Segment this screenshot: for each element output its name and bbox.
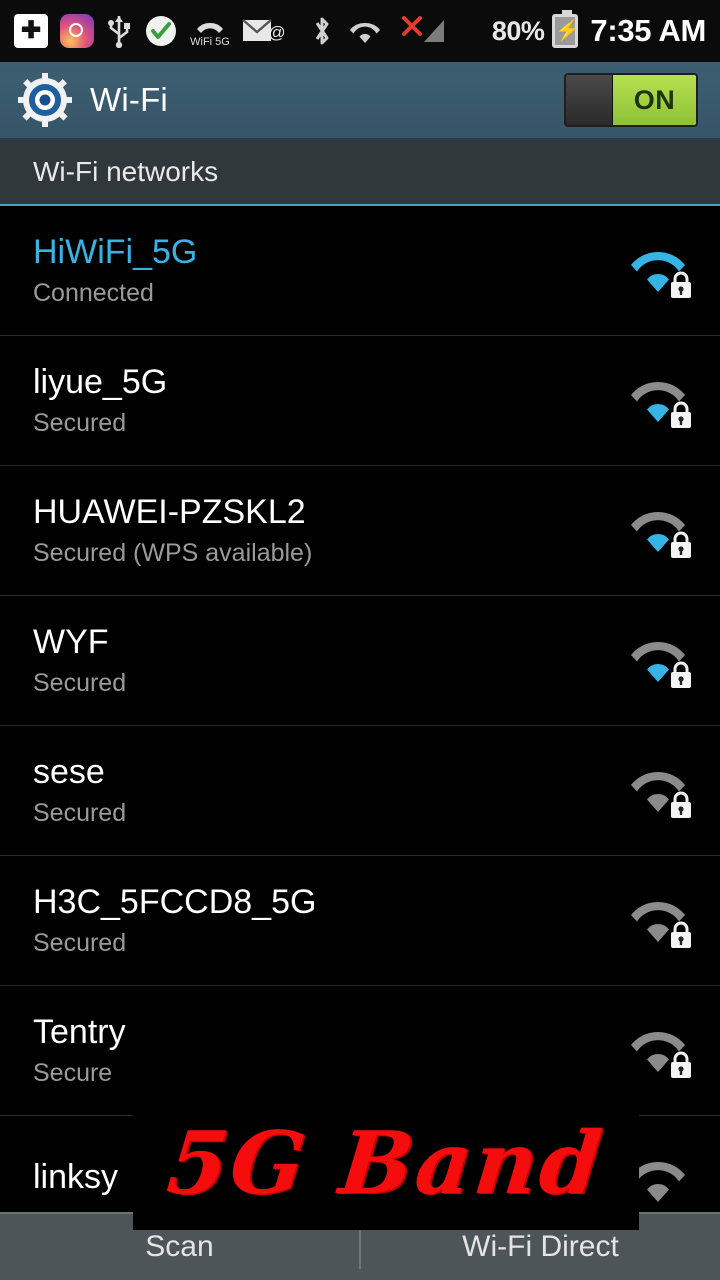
network-status: Secure bbox=[33, 1058, 113, 1087]
network-status: Secured bbox=[33, 798, 127, 827]
status-bar: ✚ WiFi 5G @ 80% ⚡ 7:35 AM bbox=[0, 0, 720, 62]
page-title: Wi-Fi bbox=[90, 81, 168, 118]
no-signal-icon bbox=[402, 14, 448, 48]
lock-icon bbox=[668, 790, 694, 820]
bluetooth-icon bbox=[310, 14, 334, 48]
network-status: Connected bbox=[33, 278, 154, 307]
lock-icon bbox=[668, 920, 694, 950]
wifi-direct-button[interactable]: Wi-Fi Direct bbox=[361, 1230, 720, 1264]
network-info: H3C_5FCCD8_5G Secured bbox=[33, 883, 622, 957]
android-wifi-settings-screen: ✚ WiFi 5G @ 80% ⚡ 7:35 AM Wi-Fi ON Wi-Fi… bbox=[0, 0, 720, 1280]
list-item[interactable]: H3C_5FCCD8_5G Secured bbox=[0, 856, 720, 986]
network-status: Secured bbox=[33, 408, 127, 437]
svg-text:WiFi 5G: WiFi 5G bbox=[190, 36, 230, 48]
wifi-signal-icon bbox=[622, 890, 694, 952]
wifi-signal-icon bbox=[622, 760, 694, 822]
svg-text:@: @ bbox=[268, 23, 284, 42]
wifi-signal-icon bbox=[622, 500, 694, 562]
network-ssid: sese bbox=[33, 753, 105, 792]
lock-icon bbox=[668, 530, 694, 560]
wifi-signal-icon bbox=[622, 370, 694, 432]
annotation-text: 5G Band bbox=[163, 1113, 610, 1214]
network-ssid: HUAWEI-PZSKL2 bbox=[33, 493, 306, 532]
status-bar-notification-icons: ✚ WiFi 5G @ bbox=[14, 14, 492, 49]
network-info: HUAWEI-PZSKL2 Secured (WPS available) bbox=[33, 493, 622, 567]
email-icon: @ bbox=[242, 16, 286, 46]
settings-gear-icon bbox=[18, 73, 72, 127]
network-info: liyue_5G Secured bbox=[33, 363, 622, 437]
wifi-toggle-switch[interactable]: ON bbox=[564, 73, 698, 127]
lock-icon bbox=[668, 270, 694, 300]
network-ssid: H3C_5FCCD8_5G bbox=[33, 883, 317, 922]
instagram-icon bbox=[60, 14, 94, 48]
network-ssid: liyue_5G bbox=[33, 363, 168, 402]
lock-icon bbox=[668, 1050, 694, 1080]
wifi-network-list[interactable]: HiWiFi_5G Connected liyue_5G Secured HUA… bbox=[0, 206, 720, 1246]
list-item[interactable]: liyue_5G Secured bbox=[0, 336, 720, 466]
checkmark-icon bbox=[144, 14, 178, 48]
network-ssid: WYF bbox=[33, 623, 109, 662]
wifi-networks-header-label: Wi-Fi networks bbox=[33, 156, 219, 187]
wifi-icon bbox=[346, 16, 384, 46]
annotation-overlay: 5G Band bbox=[133, 1098, 639, 1230]
network-info: sese Secured bbox=[33, 753, 622, 827]
wifi-toggle-knob[interactable] bbox=[566, 75, 613, 125]
add-icon: ✚ bbox=[14, 14, 48, 48]
battery-charging-icon: ⚡ bbox=[552, 10, 580, 48]
list-item[interactable]: HiWiFi_5G Connected bbox=[0, 206, 720, 336]
usb-icon bbox=[106, 14, 132, 49]
network-info: HiWiFi_5G Connected bbox=[33, 233, 622, 307]
network-status: Secured bbox=[33, 668, 127, 697]
lock-icon bbox=[668, 400, 694, 430]
network-ssid: Tentry bbox=[33, 1013, 126, 1052]
network-status: Secured (WPS available) bbox=[33, 538, 313, 567]
wifi-signal-icon bbox=[622, 240, 694, 302]
wifi-toggle-label[interactable]: ON bbox=[613, 75, 696, 125]
wifi-action-bar: Wi-Fi ON bbox=[0, 62, 720, 140]
status-bar-system-icons: 80% ⚡ 7:35 AM bbox=[491, 10, 706, 49]
wifi-networks-section-header: Wi-Fi networks bbox=[0, 140, 720, 206]
list-item[interactable]: Tentry Secure bbox=[0, 986, 720, 1116]
list-item[interactable]: sese Secured bbox=[0, 726, 720, 856]
network-status: Secured bbox=[33, 928, 127, 957]
network-info: WYF Secured bbox=[33, 623, 622, 697]
wifi-signal-icon bbox=[622, 630, 694, 692]
lock-icon bbox=[668, 660, 694, 690]
list-item[interactable]: HUAWEI-PZSKL2 Secured (WPS available) bbox=[0, 466, 720, 596]
wifi-5g-icon: WiFi 5G bbox=[190, 14, 230, 48]
battery-percent-label: 80% bbox=[491, 15, 545, 46]
clock-label: 7:35 AM bbox=[590, 13, 706, 48]
list-item[interactable]: WYF Secured bbox=[0, 596, 720, 726]
network-info: Tentry Secure bbox=[33, 1013, 622, 1087]
network-ssid: HiWiFi_5G bbox=[33, 233, 198, 272]
wifi-signal-icon bbox=[622, 1020, 694, 1082]
scan-button[interactable]: Scan bbox=[0, 1230, 359, 1264]
